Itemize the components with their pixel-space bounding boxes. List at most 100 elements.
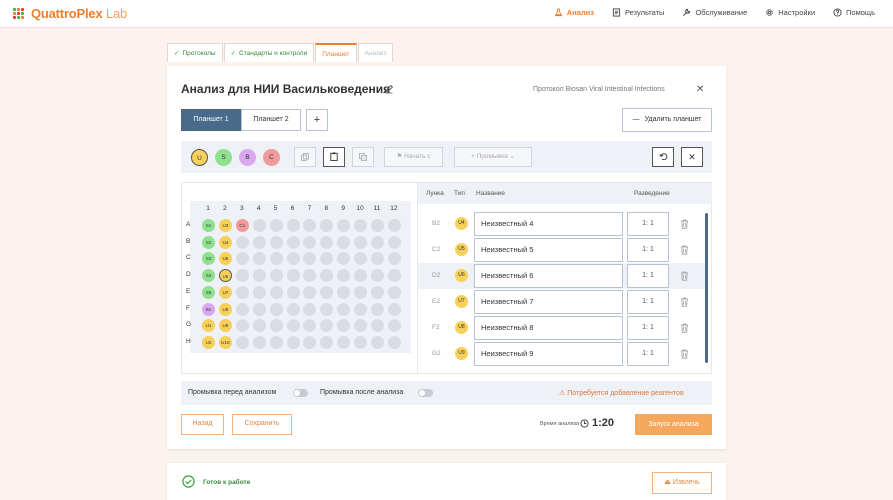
- dilution-input[interactable]: 1: 1: [627, 264, 669, 288]
- plate-well[interactable]: [269, 269, 283, 283]
- wash-before-toggle[interactable]: [293, 389, 308, 397]
- step-plate[interactable]: Планшет: [315, 43, 357, 62]
- table-scrollbar[interactable]: [705, 213, 708, 363]
- plate-well[interactable]: [320, 235, 334, 249]
- plate-well[interactable]: [286, 235, 300, 249]
- nav-analysis[interactable]: Анализ: [554, 8, 594, 17]
- plate-well[interactable]: U9: [218, 319, 232, 333]
- copy-button[interactable]: [294, 147, 316, 167]
- plate-well[interactable]: [337, 302, 351, 316]
- dilution-input[interactable]: 1: 1: [627, 342, 669, 366]
- trash-icon[interactable]: [680, 297, 689, 307]
- add-plate-button[interactable]: +: [306, 109, 328, 131]
- table-row[interactable]: D2 U6 Неизвестный 6 1: 1: [418, 263, 705, 289]
- plate-well[interactable]: U3: [218, 219, 232, 232]
- plate-well[interactable]: [354, 335, 368, 349]
- plate-well[interactable]: [387, 235, 401, 249]
- trash-icon[interactable]: [680, 219, 689, 229]
- sample-name-input[interactable]: Неизвестный 9: [474, 342, 623, 366]
- chip-unknown[interactable]: U: [191, 149, 208, 166]
- plate-well[interactable]: [269, 285, 283, 299]
- trash-icon[interactable]: [680, 323, 689, 333]
- step-standards[interactable]: ✓ Стандарты и контроли: [223, 43, 315, 62]
- plate-well[interactable]: [337, 335, 351, 349]
- plate-well[interactable]: [286, 269, 300, 283]
- sample-name-input[interactable]: Неизвестный 6: [474, 264, 623, 288]
- nav-help[interactable]: Помощь: [833, 8, 875, 17]
- save-button[interactable]: Сохранить: [232, 414, 292, 435]
- plate-well[interactable]: [252, 219, 266, 232]
- plate-well[interactable]: [320, 302, 334, 316]
- plate-well[interactable]: [286, 252, 300, 266]
- eject-button[interactable]: ⏏ Извлечь: [652, 472, 712, 494]
- trash-icon[interactable]: [680, 349, 689, 359]
- plate-well[interactable]: U7: [218, 285, 232, 299]
- plate-well[interactable]: [252, 302, 266, 316]
- plate-well[interactable]: C1: [235, 219, 249, 232]
- chip-control[interactable]: C: [263, 149, 280, 166]
- sample-name-input[interactable]: Неизвестный 5: [474, 238, 623, 262]
- plate-well[interactable]: [252, 319, 266, 333]
- plate-well[interactable]: [235, 319, 249, 333]
- plate-well[interactable]: [269, 302, 283, 316]
- plate-well[interactable]: [337, 235, 351, 249]
- plate-well[interactable]: U2: [202, 335, 215, 349]
- clear-button[interactable]: ✕: [681, 147, 703, 167]
- plate-well[interactable]: [371, 335, 384, 349]
- start-from-button[interactable]: ⚑ Начать с: [384, 147, 443, 167]
- chip-blank[interactable]: B: [239, 149, 256, 166]
- sample-name-input[interactable]: Неизвестный 4: [474, 212, 623, 236]
- wash-after-toggle[interactable]: [418, 389, 433, 397]
- nav-results[interactable]: Результаты: [612, 8, 664, 17]
- plate-well[interactable]: [371, 235, 384, 249]
- plate-well[interactable]: [371, 302, 384, 316]
- delete-plate-button[interactable]: — Удалить планшет: [622, 108, 712, 132]
- plate-well[interactable]: [286, 302, 300, 316]
- plate-well[interactable]: U6: [218, 269, 232, 283]
- nav-settings[interactable]: Настройки: [765, 8, 815, 17]
- pencil-icon[interactable]: [384, 84, 394, 94]
- plate-well[interactable]: [354, 219, 368, 232]
- plate-well[interactable]: [371, 285, 384, 299]
- plate-well[interactable]: [235, 269, 249, 283]
- plate-well[interactable]: S2: [202, 235, 215, 249]
- plate-well[interactable]: [235, 285, 249, 299]
- start-analysis-button[interactable]: Запуск анализа: [635, 414, 712, 435]
- plate-well[interactable]: S5: [202, 285, 215, 299]
- plate-well[interactable]: [286, 319, 300, 333]
- plate-well[interactable]: [235, 335, 249, 349]
- plate-well[interactable]: [252, 285, 266, 299]
- plate-well[interactable]: [252, 335, 266, 349]
- plate-well[interactable]: S1: [202, 219, 215, 232]
- sample-name-input[interactable]: Неизвестный 7: [474, 290, 623, 314]
- plate-well[interactable]: [269, 235, 283, 249]
- plate-well[interactable]: [371, 269, 384, 283]
- plate-well[interactable]: [387, 285, 401, 299]
- table-row[interactable]: F2 U8 Неизвестный 8 1: 1: [418, 315, 705, 341]
- plate-well[interactable]: [269, 252, 283, 266]
- tab-plate-1[interactable]: Планшет 1: [181, 109, 241, 131]
- dilution-input[interactable]: 1: 1: [627, 316, 669, 340]
- plate-well[interactable]: U4: [218, 235, 232, 249]
- plate-well[interactable]: S4: [202, 269, 215, 283]
- plate-well[interactable]: [286, 335, 300, 349]
- logo[interactable]: QuattroPlex Lab: [13, 6, 127, 21]
- trash-icon[interactable]: [680, 245, 689, 255]
- plate-well[interactable]: [387, 319, 401, 333]
- plate-well[interactable]: [354, 285, 368, 299]
- plate-well[interactable]: [252, 235, 266, 249]
- plate-well[interactable]: [354, 235, 368, 249]
- step-protocols[interactable]: ✓ Протоколы: [167, 43, 223, 62]
- wash-dropdown[interactable]: + Промывка ⌄: [454, 147, 532, 167]
- plate-well[interactable]: [252, 269, 266, 283]
- paste-button[interactable]: [323, 147, 345, 167]
- table-row[interactable]: E2 U7 Неизвестный 7 1: 1: [418, 289, 705, 315]
- plate-well[interactable]: [235, 302, 249, 316]
- table-row[interactable]: C2 U5 Неизвестный 5 1: 1: [418, 237, 705, 263]
- plate-well[interactable]: [235, 235, 249, 249]
- plate-well[interactable]: [286, 285, 300, 299]
- plate-well[interactable]: [387, 269, 401, 283]
- sample-name-input[interactable]: Неизвестный 8: [474, 316, 623, 340]
- plate-well[interactable]: [269, 319, 283, 333]
- back-button[interactable]: Назад: [181, 414, 224, 435]
